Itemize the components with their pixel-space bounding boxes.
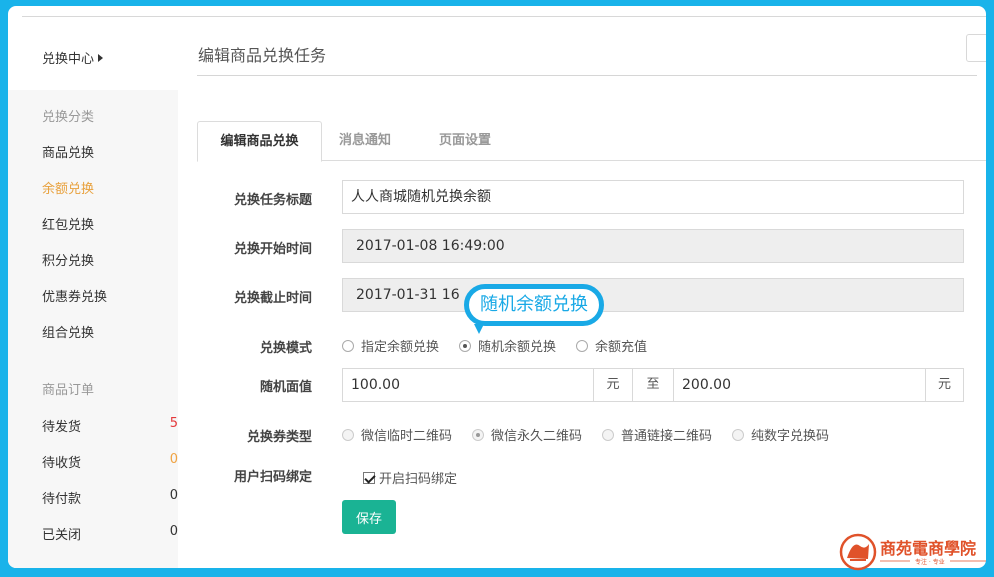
order-count: 0 xyxy=(169,524,178,539)
amount-min-input[interactable]: 100.00 xyxy=(342,368,594,402)
svg-text:专注 · 专业: 专注 · 专业 xyxy=(915,558,945,566)
brand-logo: 商苑電商學院 专注 · 专业 xyxy=(838,532,988,572)
end-time-label: 兑换截止时间 xyxy=(233,291,312,306)
coupon-option-label: 普通链接二维码 xyxy=(621,429,713,444)
amount-max-input[interactable]: 200.00 xyxy=(673,368,926,402)
radio-icon xyxy=(342,340,354,352)
radio-icon xyxy=(342,429,354,441)
amount-label: 随机面值 xyxy=(259,380,312,395)
top-right-button[interactable] xyxy=(966,34,986,62)
scan-bind-checkbox[interactable]: 开启扫码绑定 xyxy=(363,468,457,487)
scan-bind-label: 用户扫码绑定 xyxy=(233,470,312,485)
coupon-option-label: 微信永久二维码 xyxy=(491,429,583,444)
coupon-option-link-qr[interactable]: 普通链接二维码 xyxy=(602,425,712,444)
coupon-option-temp-qr[interactable]: 微信临时二维码 xyxy=(342,425,452,444)
sidebar-order-closed[interactable]: 已关闭 0 xyxy=(42,524,178,543)
brand-logo-image: 商苑電商學院 专注 · 专业 xyxy=(839,533,986,571)
sidebar-category-title: 兑换分类 xyxy=(42,110,95,125)
order-label: 待发货 xyxy=(42,420,82,435)
mode-option-fixed[interactable]: 指定余额兑换 xyxy=(342,336,439,355)
amount-unit-addon: 元 xyxy=(593,368,633,402)
coupon-option-perm-qr[interactable]: 微信永久二维码 xyxy=(472,425,582,444)
tab-page-settings[interactable]: 页面设置 xyxy=(423,121,507,161)
callout-tail xyxy=(474,324,484,334)
page-title: 编辑商品兑换任务 xyxy=(198,46,327,65)
radio-checked-icon xyxy=(459,340,471,352)
coupon-option-numeric-code[interactable]: 纯数字兑换码 xyxy=(732,425,829,444)
radio-icon xyxy=(602,429,614,441)
order-label: 待收货 xyxy=(42,456,82,471)
radio-icon xyxy=(576,340,588,352)
start-time-label: 兑换开始时间 xyxy=(233,242,312,257)
amount-to-addon: 至 xyxy=(632,368,674,402)
scan-bind-option-label: 开启扫码绑定 xyxy=(379,472,458,487)
app-window: 兑换中心 兑换分类 商品兑换 余额兑换 红包兑换 积分兑换 优惠券兑换 组合兑换… xyxy=(8,6,986,568)
order-label: 已关闭 xyxy=(42,528,82,543)
save-button[interactable]: 保存 xyxy=(342,500,396,534)
sidebar-orders-title: 商品订单 xyxy=(42,383,95,398)
title-divider xyxy=(197,75,977,76)
title-label: 兑换任务标题 xyxy=(233,193,312,208)
order-count: 5 xyxy=(169,416,178,431)
callout-bubble: 随机余额兑换 xyxy=(464,284,604,326)
mode-option-label: 随机余额兑换 xyxy=(478,340,557,355)
coupon-type-label: 兑换券类型 xyxy=(246,430,312,445)
order-count: 0 xyxy=(169,488,178,503)
order-count: 0 xyxy=(169,452,178,467)
coupon-option-label: 微信临时二维码 xyxy=(361,429,453,444)
sidebar-item-combo-exchange[interactable]: 组合兑换 xyxy=(42,322,94,341)
radio-icon xyxy=(732,429,744,441)
mode-option-random[interactable]: 随机余额兑换 xyxy=(459,336,556,355)
tab-bar: 编辑商品兑换 消息通知 页面设置 xyxy=(197,121,986,162)
sidebar-item-coupon-exchange[interactable]: 优惠券兑换 xyxy=(42,286,107,305)
tab-edit-exchange[interactable]: 编辑商品兑换 xyxy=(197,121,322,162)
mode-label: 兑换模式 xyxy=(259,341,312,356)
title-input[interactable]: 人人商城随机兑换余额 xyxy=(342,180,964,214)
sidebar-item-redpacket-exchange[interactable]: 红包兑换 xyxy=(42,214,94,233)
sidebar-item-balance-exchange[interactable]: 余额兑换 xyxy=(42,178,94,197)
tab-message-notify[interactable]: 消息通知 xyxy=(323,121,407,161)
checkbox-checked-icon xyxy=(363,472,375,484)
sidebar-header[interactable]: 兑换中心 xyxy=(42,48,104,67)
radio-checked-icon xyxy=(472,429,484,441)
sidebar-order-to-ship[interactable]: 待发货 5 xyxy=(42,416,178,435)
sidebar-order-to-pay[interactable]: 待付款 0 xyxy=(42,488,178,507)
end-time-input[interactable]: 2017-01-31 16 xyxy=(342,278,964,312)
coupon-option-label: 纯数字兑换码 xyxy=(751,429,830,444)
svg-text:商苑電商學院: 商苑電商學院 xyxy=(880,539,976,558)
order-label: 待付款 xyxy=(42,492,82,507)
sidebar-order-to-receive[interactable]: 待收货 0 xyxy=(42,452,178,471)
sidebar: 兑换中心 兑换分类 商品兑换 余额兑换 红包兑换 积分兑换 优惠券兑换 组合兑换… xyxy=(8,6,178,568)
sidebar-item-points-exchange[interactable]: 积分兑换 xyxy=(42,250,94,269)
mode-option-recharge[interactable]: 余额充值 xyxy=(576,336,647,355)
sidebar-header-label: 兑换中心 xyxy=(42,52,95,67)
caret-right-icon xyxy=(98,54,104,62)
sidebar-item-goods-exchange[interactable]: 商品兑换 xyxy=(42,142,94,161)
amount-unit-addon-2: 元 xyxy=(925,368,964,402)
mode-option-label: 余额充值 xyxy=(595,340,648,355)
mode-option-label: 指定余额兑换 xyxy=(361,340,440,355)
start-time-input[interactable]: 2017-01-08 16:49:00 xyxy=(342,229,964,263)
